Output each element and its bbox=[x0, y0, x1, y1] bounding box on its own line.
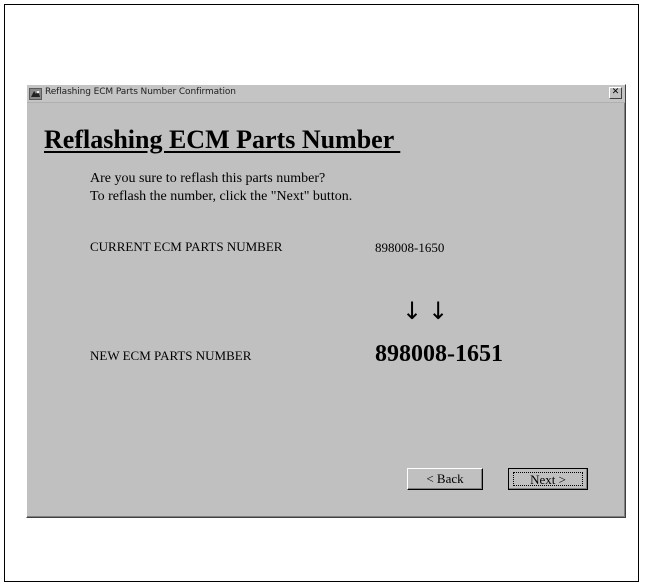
new-parts-number-label: NEW ECM PARTS NUMBER bbox=[90, 348, 252, 363]
close-icon[interactable]: ✕ bbox=[609, 87, 622, 99]
question-line-2: To reflash the number, click the "Next" … bbox=[90, 189, 353, 204]
current-parts-number-value: 898008-1650 bbox=[375, 240, 445, 255]
next-button-label: Next > bbox=[513, 472, 583, 486]
current-parts-number-label: CURRENT ECM PARTS NUMBER bbox=[90, 239, 283, 254]
title-bar[interactable]: Reflashing ECM Parts Number Confirmation… bbox=[27, 85, 625, 103]
dialog-window: Reflashing ECM Parts Number Confirmation… bbox=[26, 84, 626, 518]
new-parts-number-value: 898008-1651 bbox=[375, 341, 503, 367]
next-button[interactable]: Next > bbox=[508, 468, 588, 490]
window-title: Reflashing ECM Parts Number Confirmation bbox=[45, 87, 236, 97]
back-button[interactable]: < Back bbox=[407, 468, 483, 490]
app-icon bbox=[29, 87, 42, 100]
question-line-1: Are you sure to reflash this parts numbe… bbox=[90, 171, 326, 186]
page-heading: Reflashing ECM Parts Number bbox=[44, 125, 401, 154]
down-arrows-icon: ↓↓ bbox=[402, 297, 455, 325]
